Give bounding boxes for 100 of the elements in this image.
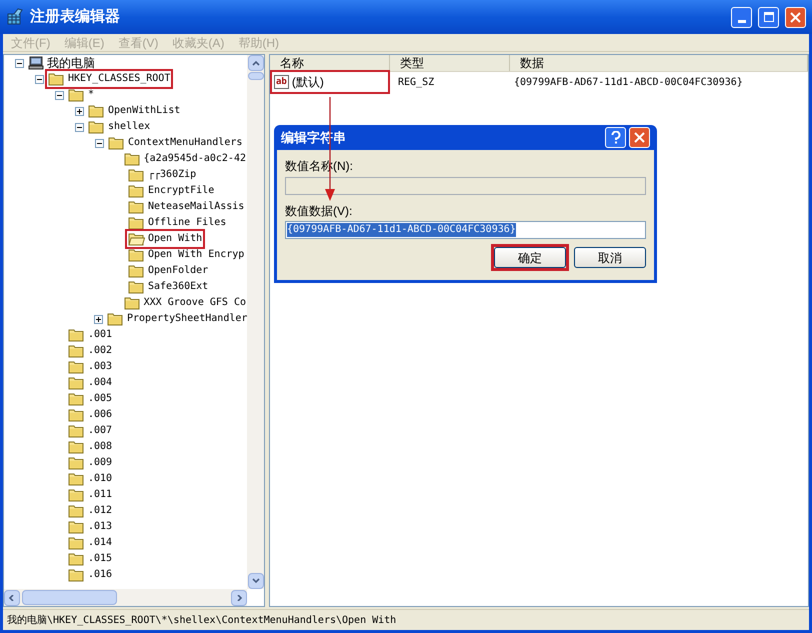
tree-item[interactable]: EncryptFile	[148, 184, 214, 198]
scroll-down-button[interactable]	[248, 573, 264, 589]
tree-item[interactable]: OpenWithList	[108, 104, 180, 118]
close-icon	[634, 132, 645, 143]
folder-icon	[68, 344, 85, 358]
tree-item[interactable]: .007	[88, 424, 112, 438]
scroll-left-button[interactable]	[4, 590, 20, 606]
folder-icon	[68, 360, 85, 374]
expand-icon[interactable]	[74, 106, 84, 116]
folder-icon	[124, 152, 141, 166]
folder-icon	[108, 136, 125, 150]
open-folder-icon	[128, 232, 145, 246]
tree-item[interactable]: .015	[88, 552, 112, 566]
tree-item[interactable]: HKEY_CLASSES_ROOT	[68, 72, 170, 86]
folder-icon	[68, 504, 85, 518]
computer-icon	[28, 56, 44, 70]
status-path: 我的电脑\HKEY_CLASSES_ROOT\*\shellex\ContextMenuHandlers\Open With	[7, 614, 396, 628]
folder-icon	[88, 120, 105, 134]
scroll-up-button[interactable]	[248, 55, 264, 71]
chevron-icon	[8, 594, 16, 600]
close-icon	[790, 12, 801, 22]
value-name[interactable]: (默认)	[292, 73, 324, 91]
expand-icon[interactable]	[94, 314, 103, 324]
folder-icon	[68, 520, 85, 534]
folder-icon	[68, 536, 85, 550]
folder-icon	[68, 88, 85, 102]
tree-item[interactable]: OpenFolder	[148, 264, 208, 278]
question-mark-icon	[610, 131, 620, 144]
tree-item[interactable]: ContextMenuHandlers	[128, 136, 242, 150]
horizontal-scrollbar[interactable]	[4, 589, 247, 606]
tree-item[interactable]: .009	[88, 456, 112, 470]
folder-icon	[128, 264, 145, 278]
folder-icon	[107, 312, 124, 326]
tree-item[interactable]: NeteaseMailAssis	[148, 200, 244, 214]
tree-item[interactable]: Open With Encryp	[148, 248, 244, 262]
registry-icon	[6, 8, 24, 26]
folder-icon	[68, 408, 85, 422]
tree-item[interactable]: PropertySheetHandler	[127, 312, 247, 326]
scroll-thumb[interactable]	[248, 72, 264, 80]
value-data-field[interactable]: {09799AFB-AD67-11d1-ABCD-00C04FC30936}	[285, 221, 646, 239]
folder-icon	[68, 376, 85, 390]
tree-item[interactable]: Offline Files	[148, 216, 226, 230]
collapse-icon[interactable]	[34, 74, 44, 84]
vertical-scrollbar[interactable]	[247, 55, 264, 589]
dialog-button[interactable]: 取消	[574, 247, 646, 268]
tree-item[interactable]: shellex	[108, 120, 150, 134]
tree-item[interactable]: .006	[88, 408, 112, 422]
folder-icon	[68, 440, 85, 454]
maximize-button[interactable]	[758, 6, 779, 28]
close-button[interactable]	[785, 6, 806, 28]
column-header[interactable]: 类型	[390, 55, 510, 71]
tree-item[interactable]: ┌┌360Zip	[148, 168, 196, 182]
tree-item[interactable]: .004	[88, 376, 112, 390]
tree-item[interactable]: Safe360Ext	[148, 280, 208, 294]
tree-item[interactable]: .008	[88, 440, 112, 454]
collapse-icon[interactable]	[54, 90, 64, 100]
tree-item[interactable]: .002	[88, 344, 112, 358]
folder-icon	[68, 456, 85, 470]
column-header[interactable]: 名称	[270, 55, 390, 71]
value-type: REG_SZ	[397, 76, 436, 90]
column-header[interactable]: 数据	[510, 55, 808, 71]
tree-item[interactable]: .011	[88, 488, 112, 502]
tree-item[interactable]: {a2a9545d-a0c2-42	[144, 152, 246, 166]
tree-item[interactable]: 我的电脑	[47, 56, 95, 70]
folder-icon	[128, 168, 145, 182]
dialog-button[interactable]: 确定	[494, 247, 566, 268]
folder-icon	[68, 568, 85, 582]
chevron-icon	[235, 594, 243, 600]
tree-item[interactable]: *	[88, 88, 94, 102]
folder-icon	[128, 184, 145, 198]
folder-icon	[128, 248, 145, 262]
folder-icon	[68, 328, 85, 342]
tree-item[interactable]: .014	[88, 536, 112, 550]
folder-icon	[124, 296, 141, 310]
tree-item[interactable]: .012	[88, 504, 112, 518]
folder-icon	[128, 200, 145, 214]
close-button[interactable]	[629, 127, 650, 148]
scroll-right-button[interactable]	[231, 590, 247, 606]
tree-item[interactable]: .013	[88, 520, 112, 534]
collapse-icon[interactable]	[94, 138, 104, 148]
folder-icon	[68, 488, 85, 502]
help-button[interactable]	[605, 127, 626, 148]
chevron-icon	[252, 578, 260, 584]
minimize-button[interactable]	[731, 6, 752, 28]
tree-item[interactable]: .010	[88, 472, 112, 486]
window-title: 注册表编辑器	[30, 6, 120, 27]
field-label: 数值数据(V):	[285, 204, 354, 218]
value-data: {09799AFB-AD67-11d1-ABCD-00C04FC30936}	[513, 76, 743, 90]
tree-item[interactable]: .001	[88, 328, 112, 342]
tree-item[interactable]: .005	[88, 392, 112, 406]
folder-icon	[128, 280, 145, 294]
tree-item[interactable]: Open With	[148, 232, 202, 246]
scroll-thumb[interactable]	[22, 590, 117, 605]
tree-item[interactable]: .003	[88, 360, 112, 374]
collapse-icon[interactable]	[14, 58, 24, 68]
tree-item[interactable]: XXX Groove GFS Co	[144, 296, 246, 310]
chevron-icon	[252, 60, 260, 66]
collapse-icon[interactable]	[74, 122, 84, 132]
tree-item[interactable]: .016	[88, 568, 112, 582]
folder-icon	[68, 552, 85, 566]
